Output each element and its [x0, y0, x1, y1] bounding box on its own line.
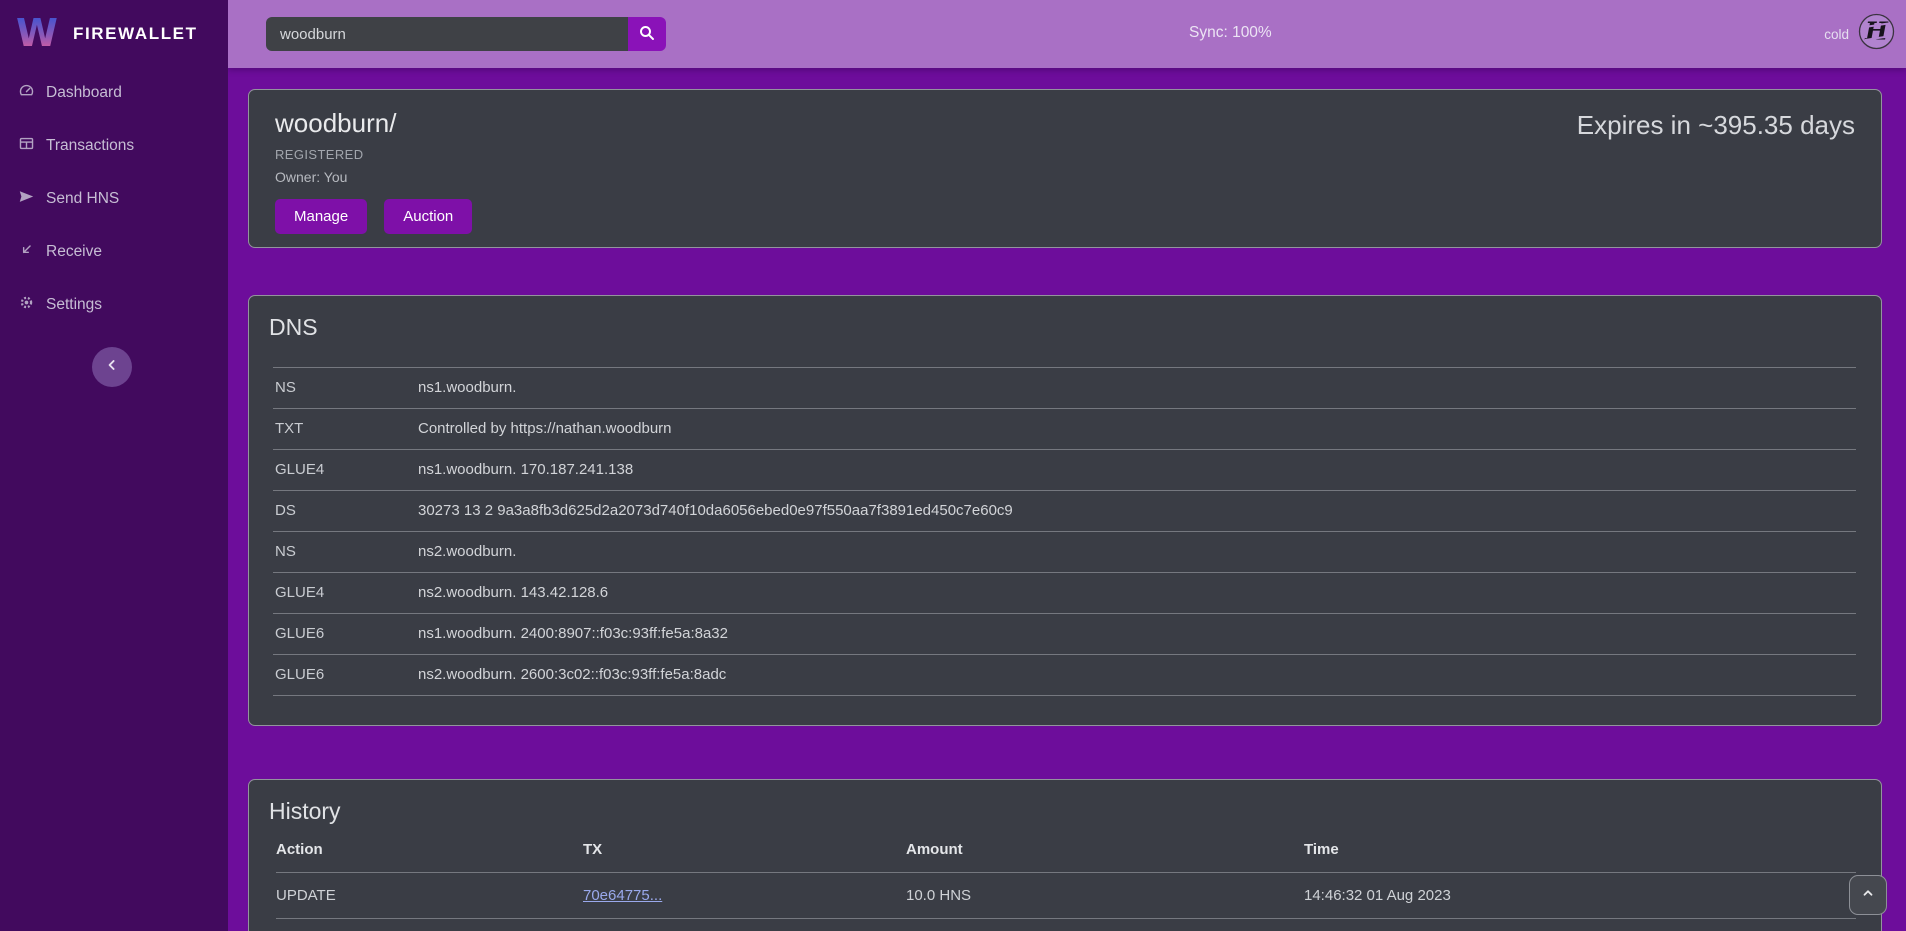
sidebar-item-dashboard[interactable]: Dashboard — [0, 66, 228, 119]
dns-record-type: NS — [275, 543, 418, 560]
domain-owner: Owner: You — [275, 169, 1855, 185]
settings-gear-icon — [18, 294, 35, 316]
svg-text:H: H — [1864, 17, 1889, 46]
history-column-header: Time — [1304, 841, 1856, 858]
dns-record-value: ns1.woodburn. 2400:8907::f03c:93ff:fe5a:… — [418, 625, 1856, 642]
receive-arrow-icon — [18, 241, 35, 263]
main-content: woodburn/ REGISTERED Owner: You Manage A… — [228, 68, 1906, 931]
dns-record-type: GLUE6 — [275, 666, 418, 683]
manage-button[interactable]: Manage — [275, 199, 367, 234]
sidebar: W FIREWALLET Dashboard Transactions Send… — [0, 0, 228, 931]
dns-card: DNS NS ns1.woodburn. TXT Controlled by h… — [248, 295, 1882, 726]
scroll-to-top-button[interactable] — [1849, 875, 1887, 915]
history-row: RENEW d59e5... 10.0 HNS 15:13:06 01 Feb … — [276, 918, 1856, 931]
history-column-header: Action — [276, 841, 583, 858]
dns-record-value: ns1.woodburn. 170.187.241.138 — [418, 461, 1856, 478]
dns-record-type: GLUE6 — [275, 625, 418, 642]
dns-table: NS ns1.woodburn. TXT Controlled by https… — [273, 367, 1856, 696]
dns-record-type: DS — [275, 502, 418, 519]
sidebar-item-label: Receive — [46, 243, 102, 261]
brand-name: FIREWALLET — [73, 24, 198, 44]
sidebar-item-label: Settings — [46, 296, 102, 314]
sidebar-item-label: Transactions — [46, 137, 134, 155]
chevron-up-icon — [1861, 886, 1875, 905]
auction-button[interactable]: Auction — [384, 199, 472, 234]
dns-record-row: NS ns1.woodburn. — [273, 367, 1856, 408]
sidebar-item-settings[interactable]: Settings — [0, 278, 228, 331]
dns-record-row: GLUE4 ns1.woodburn. 170.187.241.138 — [273, 449, 1856, 490]
brand-header: W FIREWALLET — [0, 0, 228, 58]
sidebar-collapse-button[interactable] — [92, 347, 132, 387]
transactions-table-icon — [18, 135, 35, 157]
dns-record-value: Controlled by https://nathan.woodburn — [418, 420, 1856, 437]
firewallet-w-logo-icon: W — [14, 11, 60, 58]
history-title: History — [269, 798, 1881, 825]
wallet-indicator: cold H — [1824, 0, 1895, 68]
history-action: UPDATE — [276, 887, 583, 904]
sidebar-item-receive[interactable]: Receive — [0, 225, 228, 278]
dns-record-value: ns1.woodburn. — [418, 379, 1856, 396]
dashboard-gauge-icon — [18, 82, 35, 104]
history-amount: 10.0 HNS — [906, 887, 1304, 904]
handshake-logo-icon[interactable]: H — [1858, 13, 1895, 55]
dns-record-value: ns2.woodburn. 143.42.128.6 — [418, 584, 1856, 601]
expires-label: Expires in ~395.35 days — [1577, 110, 1855, 141]
dns-record-row: TXT Controlled by https://nathan.woodbur… — [273, 408, 1856, 449]
history-column-header: TX — [583, 841, 906, 858]
dns-record-type: GLUE4 — [275, 461, 418, 478]
dns-record-type: GLUE4 — [275, 584, 418, 601]
history-column-header: Amount — [906, 841, 1304, 858]
dns-record-value: ns2.woodburn. — [418, 543, 1856, 560]
search-input[interactable] — [266, 17, 628, 51]
svg-text:W: W — [16, 11, 58, 53]
dns-record-row: NS ns2.woodburn. — [273, 531, 1856, 572]
dns-record-row: GLUE6 ns2.woodburn. 2600:3c02::f03c:93ff… — [273, 654, 1856, 696]
sidebar-item-label: Send HNS — [46, 190, 119, 208]
sidebar-item-send-hns[interactable]: Send HNS — [0, 172, 228, 225]
history-time: 14:46:32 01 Aug 2023 — [1304, 887, 1856, 904]
dns-record-row: GLUE6 ns1.woodburn. 2400:8907::f03c:93ff… — [273, 613, 1856, 654]
search-button[interactable] — [628, 17, 666, 51]
dns-record-type: TXT — [275, 420, 418, 437]
sidebar-nav: Dashboard Transactions Send HNS Receive … — [0, 66, 228, 331]
search-icon — [638, 24, 656, 45]
wallet-name: cold — [1824, 27, 1849, 42]
chevron-left-icon — [104, 357, 120, 378]
sidebar-item-transactions[interactable]: Transactions — [0, 119, 228, 172]
send-plane-icon — [18, 188, 35, 210]
dns-record-value: 30273 13 2 9a3a8fb3d625d2a2073d740f10da6… — [418, 502, 1856, 519]
domain-status: REGISTERED — [275, 147, 1855, 162]
dns-record-row: DS 30273 13 2 9a3a8fb3d625d2a2073d740f10… — [273, 490, 1856, 531]
dns-record-type: NS — [275, 379, 418, 396]
search-bar — [266, 17, 666, 51]
tx-link[interactable]: 70e64775... — [583, 887, 662, 904]
dns-record-row: GLUE4 ns2.woodburn. 143.42.128.6 — [273, 572, 1856, 613]
dns-record-value: ns2.woodburn. 2600:3c02::f03c:93ff:fe5a:… — [418, 666, 1856, 683]
history-table: UPDATE 70e64775... 10.0 HNS 14:46:32 01 … — [276, 872, 1856, 931]
topbar: Sync: 100% cold H — [228, 0, 1906, 68]
sync-status: Sync: 100% — [1189, 24, 1272, 42]
domain-actions: Manage Auction — [275, 199, 1855, 234]
dns-title: DNS — [269, 314, 1881, 341]
history-card: History Action TX Amount Time UPDATE 70e… — [248, 779, 1882, 931]
sidebar-item-label: Dashboard — [46, 84, 122, 102]
history-row: UPDATE 70e64775... 10.0 HNS 14:46:32 01 … — [276, 872, 1856, 918]
history-table-header: Action TX Amount Time — [276, 841, 1856, 872]
domain-card: woodburn/ REGISTERED Owner: You Manage A… — [248, 89, 1882, 248]
